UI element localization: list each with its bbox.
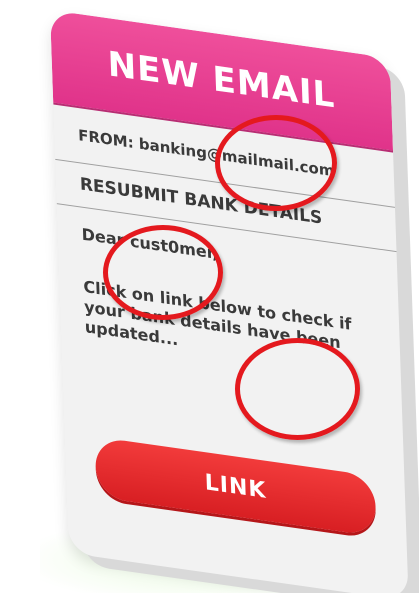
highlight-circle-misspelled-greeting <box>103 225 223 320</box>
email-card-body: NEW EMAIL FROM: banking@mailmail.com RES… <box>50 10 409 593</box>
link-button[interactable]: LINK <box>94 436 377 537</box>
email-header-title: NEW EMAIL <box>107 44 336 117</box>
phishing-email-illustration: NEW EMAIL FROM: banking@mailmail.com RES… <box>0 0 419 593</box>
email-card: NEW EMAIL FROM: banking@mailmail.com RES… <box>50 10 409 593</box>
highlight-circle-body-text <box>235 338 360 440</box>
highlight-circle-sender-domain <box>215 115 337 211</box>
